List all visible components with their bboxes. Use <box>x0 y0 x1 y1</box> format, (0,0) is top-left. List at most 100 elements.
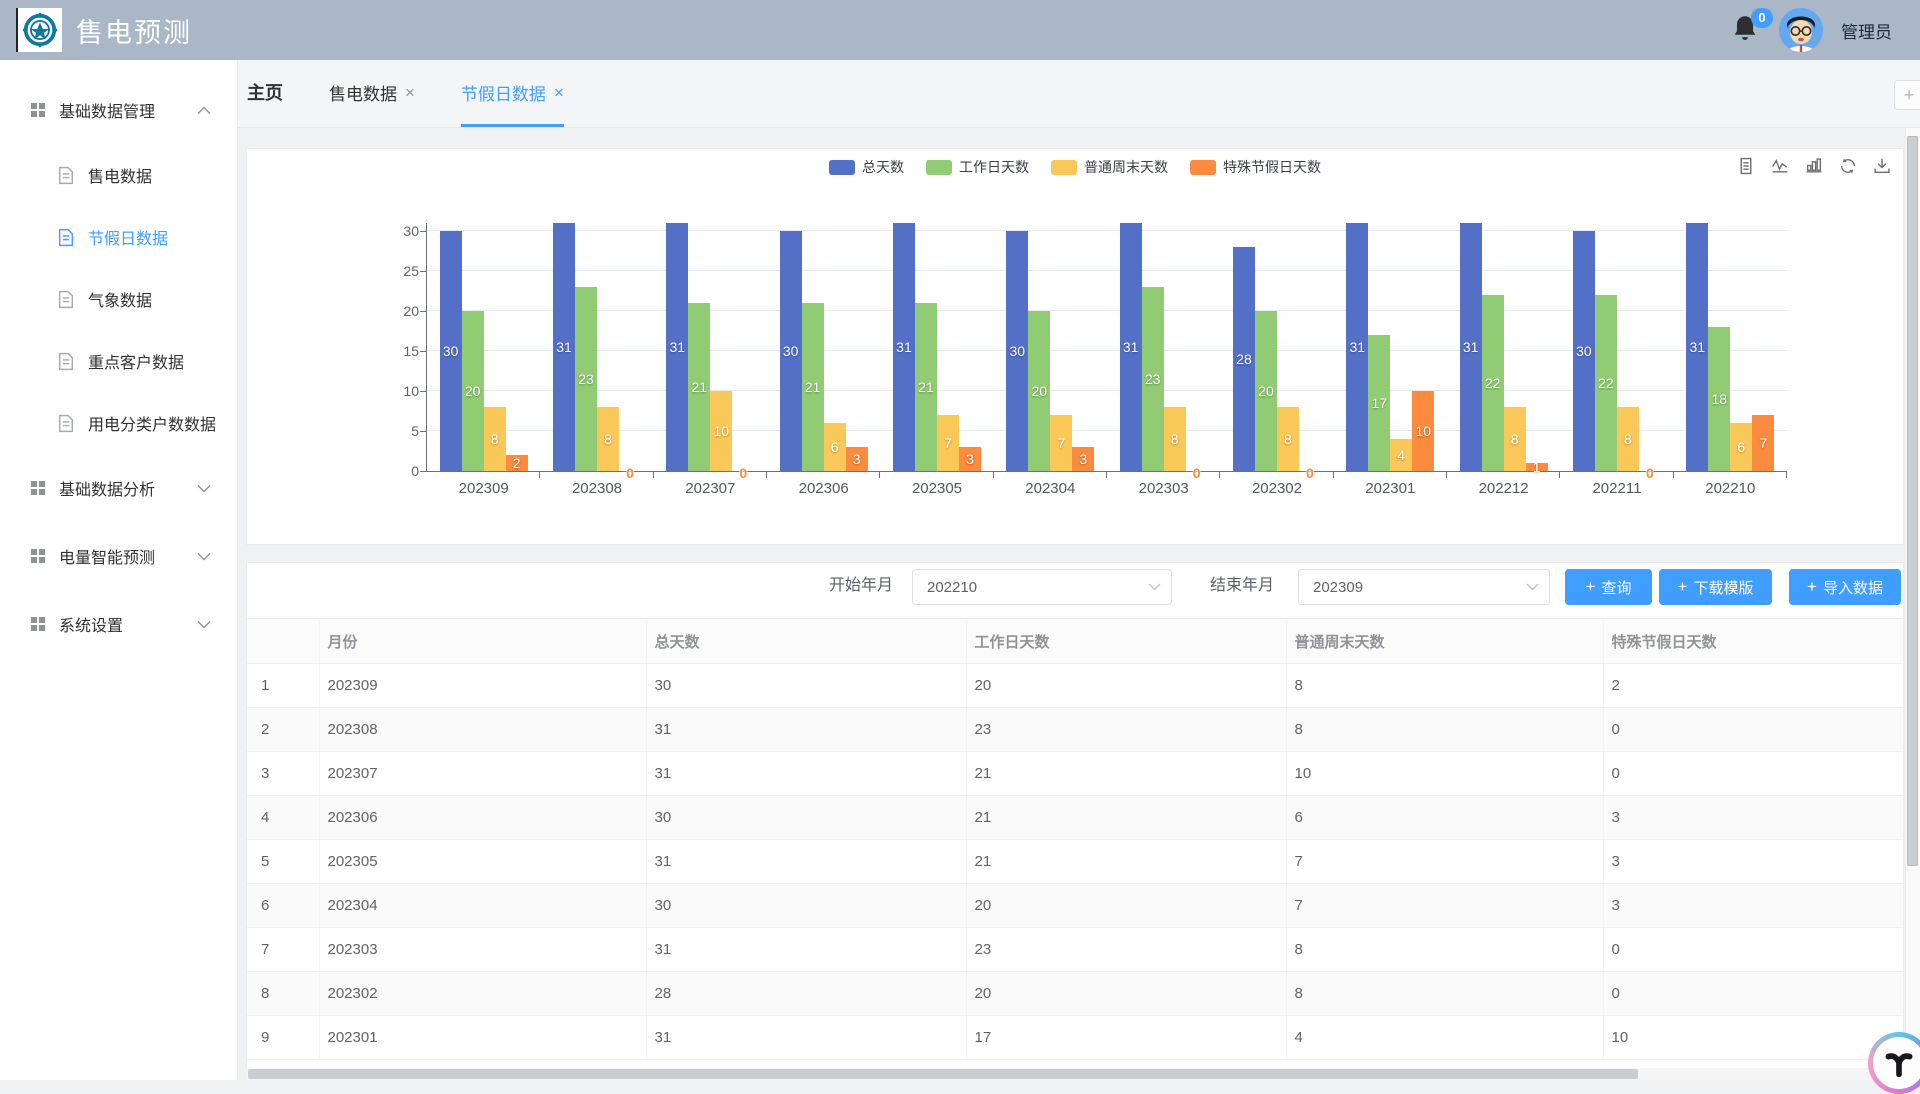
sidebar-section-system-settings[interactable]: 系统设置 <box>0 590 237 658</box>
restore-icon[interactable] <box>1839 157 1857 175</box>
bar[interactable]: 31 <box>1346 223 1368 471</box>
close-icon[interactable]: × <box>554 84 564 101</box>
bar[interactable]: 23 <box>575 287 597 471</box>
import-data-button[interactable]: +导入数据 <box>1789 569 1901 605</box>
bar[interactable]: 23 <box>1142 287 1164 471</box>
bar[interactable]: 7 <box>1752 415 1774 471</box>
sidebar-section-basic-data-management[interactable]: 基础数据管理 <box>0 76 237 144</box>
tab-home[interactable]: 主页 <box>247 60 283 127</box>
bar[interactable]: 1 <box>1526 463 1548 471</box>
bar[interactable]: 28 <box>1233 247 1255 471</box>
cell-总天数: 30 <box>646 884 966 928</box>
bar[interactable]: 30 <box>1006 231 1028 471</box>
bar-toggle-icon[interactable] <box>1805 157 1823 175</box>
bar[interactable]: 10 <box>1412 391 1434 471</box>
cell-普通周末天数: 7 <box>1286 884 1603 928</box>
bar[interactable]: 8 <box>484 407 506 471</box>
legend-item[interactable]: 工作日天数 <box>926 157 1029 177</box>
bar[interactable]: 30 <box>780 231 802 471</box>
horizontal-scrollbar[interactable] <box>246 1068 1904 1080</box>
bar[interactable]: 6 <box>1730 423 1752 471</box>
avatar[interactable] <box>1779 8 1823 52</box>
cell-普通周末天数: 7 <box>1286 840 1603 884</box>
bar[interactable]: 22 <box>1595 295 1617 471</box>
table-row[interactable]: 32023073121100 <box>247 752 1903 796</box>
data-view-icon[interactable] <box>1737 157 1755 175</box>
sidebar-section-basic-data-analysis[interactable]: 基础数据分析 <box>0 454 237 522</box>
assistant-floating-button[interactable] <box>1868 1032 1920 1094</box>
start-month-select[interactable]: 202210 <box>912 569 1172 605</box>
sidebar-item-sales-data[interactable]: 售电数据 <box>0 144 237 206</box>
table-row[interactable]: 7202303312380 <box>247 928 1903 972</box>
sidebar-item-holiday-data[interactable]: 节假日数据 <box>0 206 237 268</box>
bar[interactable]: 31 <box>1460 223 1482 471</box>
line-toggle-icon[interactable] <box>1771 157 1789 175</box>
vertical-scrollbar[interactable] <box>1905 128 1920 1080</box>
bar[interactable]: 21 <box>802 303 824 471</box>
sidebar-item-weather-data[interactable]: 气象数据 <box>0 268 237 330</box>
sidebar-item-key-customer-data[interactable]: 重点客户数据 <box>0 330 237 392</box>
bar[interactable]: 7 <box>1050 415 1072 471</box>
bar[interactable]: 2 <box>506 455 528 471</box>
bar[interactable]: 10 <box>710 391 732 471</box>
bar[interactable]: 30 <box>440 231 462 471</box>
bar[interactable]: 20 <box>1028 311 1050 471</box>
grid-icon <box>30 616 46 632</box>
bar[interactable]: 3 <box>846 447 868 471</box>
bar-group-202305: 312173202305 <box>880 223 993 471</box>
horizontal-scrollbar-thumb[interactable] <box>248 1069 1638 1079</box>
bar[interactable]: 3 <box>1072 447 1094 471</box>
bar[interactable]: 6 <box>824 423 846 471</box>
bar[interactable]: 21 <box>915 303 937 471</box>
legend-item[interactable]: 总天数 <box>829 157 904 177</box>
bar[interactable]: 22 <box>1482 295 1504 471</box>
bar[interactable]: 21 <box>688 303 710 471</box>
bar[interactable]: 31 <box>893 223 915 471</box>
download-template-button[interactable]: +下载模版 <box>1659 569 1772 605</box>
bar[interactable]: 31 <box>553 223 575 471</box>
vertical-scrollbar-thumb[interactable] <box>1907 136 1918 866</box>
bar[interactable]: 20 <box>462 311 484 471</box>
add-tab-button[interactable]: + <box>1894 80 1920 110</box>
sidebar-item-label: 重点客户数据 <box>88 349 184 373</box>
bar[interactable]: 3 <box>959 447 981 471</box>
table-row[interactable]: 92023013117410 <box>247 1016 1903 1060</box>
sidebar-section-power-smart-forecast[interactable]: 电量智能预测 <box>0 522 237 590</box>
bar[interactable]: 4 <box>1390 439 1412 471</box>
bar[interactable]: 17 <box>1368 335 1390 471</box>
notification-bell[interactable]: 0 <box>1731 14 1761 46</box>
save-image-icon[interactable] <box>1873 157 1891 175</box>
bar[interactable]: 18 <box>1708 327 1730 471</box>
bar[interactable]: 31 <box>1686 223 1708 471</box>
bar[interactable]: 8 <box>1504 407 1526 471</box>
bar[interactable]: 7 <box>937 415 959 471</box>
bar[interactable]: 8 <box>1277 407 1299 471</box>
table-row[interactable]: 6202304302073 <box>247 884 1903 928</box>
close-icon[interactable]: × <box>405 84 415 101</box>
bar[interactable]: 20 <box>1255 311 1277 471</box>
tab-holiday-data[interactable]: 节假日数据× <box>461 60 564 127</box>
bar[interactable]: 30 <box>1573 231 1595 471</box>
table-row[interactable]: 4202306302163 <box>247 796 1903 840</box>
notification-badge: 0 <box>1751 8 1773 28</box>
query-button[interactable]: +查询 <box>1565 569 1652 605</box>
end-month-select[interactable]: 202309 <box>1298 569 1550 605</box>
sidebar-section-label: 电量智能预测 <box>59 544 155 568</box>
table-row[interactable]: 2202308312380 <box>247 708 1903 752</box>
table-row[interactable]: 1202309302082 <box>247 664 1903 708</box>
tab-sales-data[interactable]: 售电数据× <box>329 60 415 127</box>
bar[interactable]: 31 <box>1120 223 1142 471</box>
bar-group-202301: 3117410202301 <box>1334 223 1447 471</box>
bar[interactable]: 8 <box>1617 407 1639 471</box>
bar[interactable]: 8 <box>597 407 619 471</box>
legend-item[interactable]: 普通周末天数 <box>1051 157 1168 177</box>
bar[interactable]: 8 <box>1164 407 1186 471</box>
admin-label[interactable]: 管理员 <box>1841 18 1892 43</box>
bar[interactable]: 31 <box>666 223 688 471</box>
legend-label: 普通周末天数 <box>1084 157 1168 177</box>
sidebar-item-label: 用电分类户数数据 <box>88 411 216 435</box>
sidebar-item-consumer-category-data[interactable]: 用电分类户数数据 <box>0 392 237 454</box>
legend-item[interactable]: 特殊节假日天数 <box>1190 157 1321 177</box>
table-row[interactable]: 8202302282080 <box>247 972 1903 1016</box>
table-row[interactable]: 5202305312173 <box>247 840 1903 884</box>
